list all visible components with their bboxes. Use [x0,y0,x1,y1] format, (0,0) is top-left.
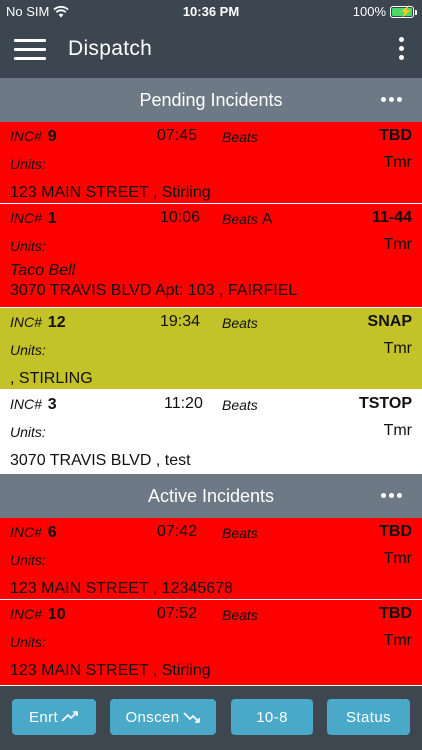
incident-code: SNAP [367,313,412,330]
hamburger-menu-icon[interactable] [14,39,46,61]
incident-row[interactable]: INC# 12 19:34 Beats SNAP Units: Tmr , ST… [0,308,422,390]
incident-row[interactable]: INC# 10 07:52 Beats TBD Units: Tmr 123 M… [0,600,422,686]
trending-down-icon [182,712,200,723]
incident-location-name: Taco Bell [10,262,76,279]
incident-row[interactable]: INC# 3 11:20 Beats TSTOP Units: Tmr 3070… [0,390,422,474]
page-title: Dispatch [68,37,153,60]
enroute-button[interactable]: Enrt [12,699,96,735]
units-label: Units: [10,342,46,358]
unit-value: Tmr [383,340,412,357]
status-button[interactable]: Status [327,699,410,735]
incident-code: TBD [379,605,412,622]
pending-incidents-header: Pending Incidents [0,78,422,122]
incident-address: 3070 TRAVIS BLVD , test [10,452,191,469]
active-more-icon[interactable] [381,493,402,498]
incident-address: 3070 TRAVIS BLVD Apt: 103 , FAIRFIEL [10,282,298,299]
unit-value: Tmr [383,422,412,439]
incident-code: TBD [379,127,412,144]
units-label: Units: [10,238,46,254]
incident-beat: A [261,211,273,228]
incident-address: 123 MAIN STREET , 12345678 [10,580,233,597]
incident-address: 123 MAIN STREET , Stirling [10,662,211,679]
charging-bolt-icon: ⚡ [399,5,413,18]
unit-value: Tmr [383,154,412,171]
action-toolbar: Enrt Onscen 10-8 Status [0,686,422,750]
incident-row[interactable]: INC# 6 07:42 Beats TBD Units: Tmr 123 MA… [0,518,422,600]
incident-code: TSTOP [358,395,412,412]
section-title: Pending Incidents [139,90,283,110]
incident-row[interactable]: INC# 9 07:45 Beats TBD Units: Tmr 123 MA… [0,122,422,204]
incident-number: 10 [47,606,66,623]
overflow-menu-icon[interactable] [396,37,406,63]
incident-time: 07:52 [157,605,198,622]
unit-value: Tmr [383,632,412,649]
incident-row[interactable]: INC# 1 10:06 Beats A 11-44 Units: Tmr Tac… [0,204,422,308]
units-label: Units: [10,156,46,172]
battery-percent: 100% [352,4,386,19]
incident-time: 07:42 [157,523,198,540]
incident-number: 6 [47,524,57,541]
status-bar: No SIM 10:36 PM 100% ⚡ [0,0,422,22]
incident-address: , STIRLING [10,370,93,387]
onscene-button[interactable]: Onscen [110,699,216,735]
incident-code: TBD [379,523,412,540]
section-title: Active Incidents [147,486,275,506]
incident-number: 3 [47,396,57,413]
navigation-bar: Dispatch [0,22,422,78]
incident-time: 10:06 [160,209,201,226]
units-label: Units: [10,634,46,650]
pending-more-icon[interactable] [381,97,402,102]
active-incidents-header: Active Incidents [0,474,422,518]
incident-code: 11-44 [371,209,412,226]
incident-number: 9 [47,128,57,145]
incident-number: 1 [47,210,57,227]
unit-value: Tmr [383,236,412,253]
incident-time: 19:34 [160,313,201,330]
incident-time: 07:45 [157,127,198,144]
available-10-8-button[interactable]: 10-8 [231,699,313,735]
units-label: Units: [10,552,46,568]
battery-icon: ⚡ [390,5,417,18]
incident-number: 12 [47,314,66,331]
incident-address: 123 MAIN STREET , Stirling [10,184,211,201]
units-label: Units: [10,424,46,440]
unit-value: Tmr [383,550,412,567]
trending-up-icon [61,711,78,722]
incident-time: 11:20 [164,395,203,412]
